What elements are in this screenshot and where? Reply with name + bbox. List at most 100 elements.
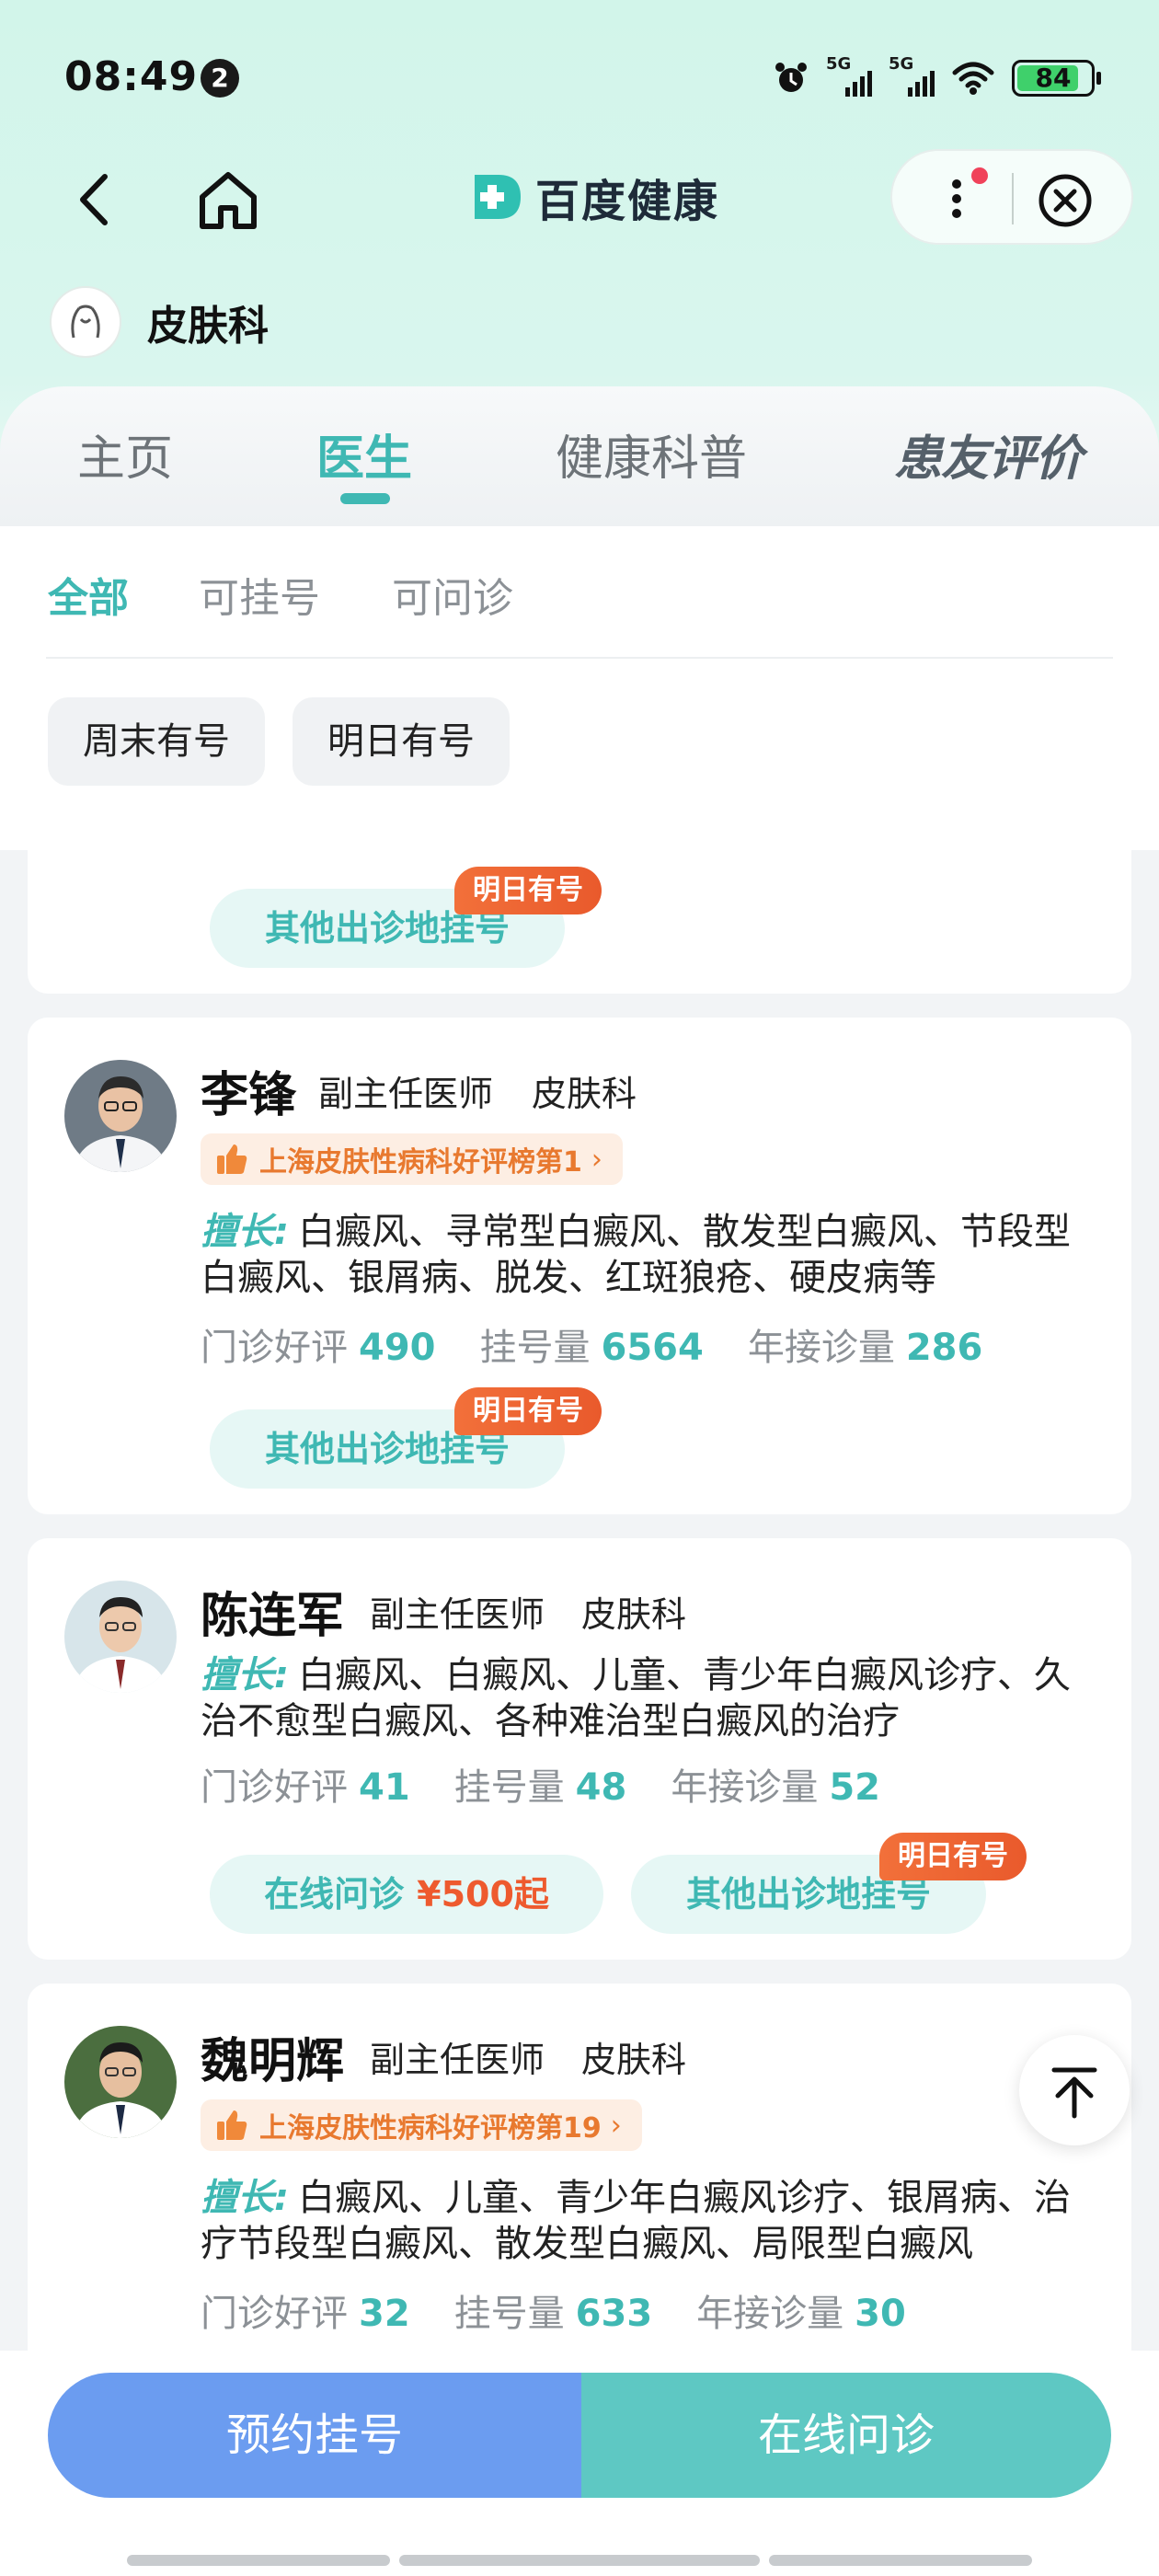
stat-annual-patients: 年接诊量 30: [696, 2283, 906, 2337]
baidu-health-logo-icon: [475, 175, 521, 219]
alarm-icon: [775, 63, 807, 92]
department-title: 皮肤科: [147, 303, 269, 350]
online-consult-button[interactable]: 在线问诊 ¥500起: [210, 1855, 603, 1934]
stat-value: 48: [575, 1766, 627, 1809]
doctor-stats: 门诊好评 490 挂号量 6564 年接诊量 286: [201, 1317, 982, 1371]
stat-label: 年接诊量: [671, 1766, 819, 1809]
filter-all[interactable]: 全部: [48, 565, 129, 624]
unread-dot: [971, 167, 988, 184]
status-time: 08:49: [64, 53, 199, 100]
brand-name: 百度健康: [535, 176, 720, 227]
dermatology-icon: [50, 286, 121, 358]
stat-label: 门诊好评: [201, 2293, 348, 2335]
specialty-text: 白癜风、白癜风、儿童、青少年白癜风诊疗、久治不愈型白癜风、各种难治型白癜风的治疗: [201, 1654, 1071, 1742]
online-consult-button[interactable]: 在线问诊: [581, 2373, 1111, 2498]
doctor-department: 皮肤科: [581, 2040, 687, 2080]
doctor-specialty: 擅长: 白癜风、白癜风、儿童、青少年白癜风诊疗、久治不愈型白癜风、各种难治型白癜风…: [201, 1652, 1102, 1744]
home-icon[interactable]: [193, 166, 263, 236]
home-indicator: [399, 2555, 760, 2566]
close-icon[interactable]: [1036, 171, 1095, 230]
cellular-signal-icon: 5G: [826, 54, 872, 98]
stat-annual-patients: 年接诊量 286: [748, 1317, 983, 1371]
doctor-avatar: [64, 2026, 177, 2138]
scroll-to-top-button[interactable]: [1019, 2035, 1130, 2145]
stat-label: 挂号量: [479, 1327, 591, 1369]
specialty-label: 擅长:: [201, 1211, 289, 1253]
stat-label: 年接诊量: [747, 1327, 895, 1369]
doctor-specialty: 擅长: 白癜风、寻常型白癜风、散发型白癜风、节段型白癜风、银屑病、脱发、红斑狼疮、…: [201, 1209, 1102, 1301]
back-icon[interactable]: [64, 167, 129, 232]
stat-value: 6564: [601, 1327, 704, 1369]
stat-value: 286: [905, 1327, 983, 1369]
doctor-name: 魏明辉: [201, 2034, 345, 2089]
chip-tomorrow-available[interactable]: 明日有号: [293, 697, 510, 786]
doctor-stats: 门诊好评 41 挂号量 48 年接诊量 52: [201, 1757, 880, 1811]
tomorrow-available-tag: 明日有号: [454, 1387, 602, 1435]
consult-price: ¥500起: [417, 1874, 549, 1915]
doctor-name: 陈连军: [201, 1589, 345, 1644]
home-indicator: [769, 2555, 1032, 2566]
stat-registrations: 挂号量 48: [454, 1757, 627, 1811]
doctor-stats: 门诊好评 32 挂号量 633 年接诊量 30: [201, 2283, 906, 2337]
thumbs-up-icon: [217, 1144, 247, 1174]
specialty-label: 擅长:: [201, 2177, 289, 2219]
tab-home[interactable]: 主页: [77, 420, 173, 489]
doctor-card[interactable]: 陈连军 副主任医师 皮肤科 擅长: 白癜风、白癜风、儿童、青少年白癜风诊疗、久治不…: [28, 1538, 1131, 1960]
wifi-icon: [952, 62, 994, 95]
bottom-action-bar: 预约挂号 在线问诊: [0, 2351, 1159, 2576]
thumbs-up-icon: [217, 2110, 247, 2140]
department-header: 皮肤科: [50, 285, 269, 359]
specialty-text: 白癜风、寻常型白癜风、散发型白癜风、节段型白癜风、银屑病、脱发、红斑狼疮、硬皮病…: [201, 1211, 1071, 1299]
tomorrow-available-tag: 明日有号: [879, 1833, 1027, 1880]
notification-count-badge: 2: [201, 59, 239, 98]
doctor-title: 副主任医师: [370, 1594, 545, 1635]
chip-weekend-available[interactable]: 周末有号: [48, 697, 265, 786]
stat-label: 挂号量: [453, 2293, 565, 2335]
stat-annual-patients: 年接诊量 52: [671, 1757, 880, 1811]
tomorrow-available-tag: 明日有号: [454, 867, 602, 914]
stat-registrations: 挂号量 6564: [480, 1317, 704, 1371]
doctor-specialty: 擅长: 白癜风、儿童、青少年白癜风诊疗、银屑病、治疗节段型白癜风、散发型白癜风、局…: [201, 2175, 1102, 2267]
ranking-badge[interactable]: 上海皮肤性病科好评榜第19 ›: [201, 2099, 642, 2151]
doctor-avatar: [64, 1060, 177, 1172]
stat-outpatient-rating: 门诊好评 32: [201, 2283, 410, 2337]
specialty-text: 白癜风、儿童、青少年白癜风诊疗、银屑病、治疗节段型白癜风、散发型白癜风、局限型白…: [201, 2177, 1071, 2265]
doctor-department: 皮肤科: [532, 1074, 637, 1114]
home-indicator: [127, 2555, 390, 2566]
main-tab-bar: 主页 医生 健康科普 患友评价: [0, 386, 1159, 526]
stat-label: 门诊好评: [201, 1766, 348, 1809]
tab-doctors[interactable]: 医生: [316, 420, 412, 489]
doctor-card[interactable]: 魏明辉 副主任医师 皮肤科 上海皮肤性病科好评榜第19 › 擅长: 白癜风、儿童、…: [28, 1984, 1131, 2370]
doctor-card[interactable]: 李锋 副主任医师 皮肤科 上海皮肤性病科好评榜第1 › 擅长: 白癜风、寻常型白癜…: [28, 1018, 1131, 1514]
filter-panel: 全部 可挂号 可问诊 周末有号 明日有号: [0, 526, 1159, 850]
ranking-badge[interactable]: 上海皮肤性病科好评榜第1 ›: [201, 1133, 623, 1185]
filter-bookable[interactable]: 可挂号: [199, 565, 320, 624]
active-tab-indicator: [340, 493, 390, 504]
doctor-avatar: [64, 1581, 177, 1693]
mini-program-capsule: [890, 149, 1133, 245]
doctor-card-partial: 其他出诊地挂号 明日有号: [28, 850, 1131, 994]
capsule-divider: [1012, 173, 1014, 224]
status-bar: 08:49 2 5G 5G 84: [0, 46, 1159, 110]
chevron-right-icon: ›: [591, 1143, 602, 1176]
specialty-label: 擅长:: [201, 1654, 289, 1696]
filter-consultable[interactable]: 可问诊: [392, 565, 513, 624]
battery-level: 84: [1035, 63, 1072, 93]
stat-value: 41: [359, 1766, 410, 1809]
arrow-up-icon: [1051, 2067, 1097, 2119]
cellular-signal-icon: 5G: [889, 54, 935, 98]
stat-value: 32: [359, 2293, 410, 2335]
stat-label: 挂号量: [453, 1766, 565, 1809]
book-appointment-button[interactable]: 预约挂号: [48, 2373, 581, 2498]
stat-registrations: 挂号量 633: [454, 2283, 653, 2337]
tab-patient-reviews[interactable]: 患友评价: [894, 420, 1083, 489]
tab-health-science[interactable]: 健康科普: [556, 420, 747, 489]
navigation-bar: 百度健康: [0, 147, 1159, 248]
stat-label: 门诊好评: [201, 1327, 348, 1369]
stat-value: 633: [575, 2293, 653, 2335]
stat-outpatient-rating: 门诊好评 41: [201, 1757, 410, 1811]
brand-logo: 百度健康: [467, 160, 719, 234]
doctor-title: 副主任医师: [318, 1074, 494, 1114]
stat-value: 30: [855, 2293, 906, 2335]
stat-value: 490: [359, 1327, 436, 1369]
